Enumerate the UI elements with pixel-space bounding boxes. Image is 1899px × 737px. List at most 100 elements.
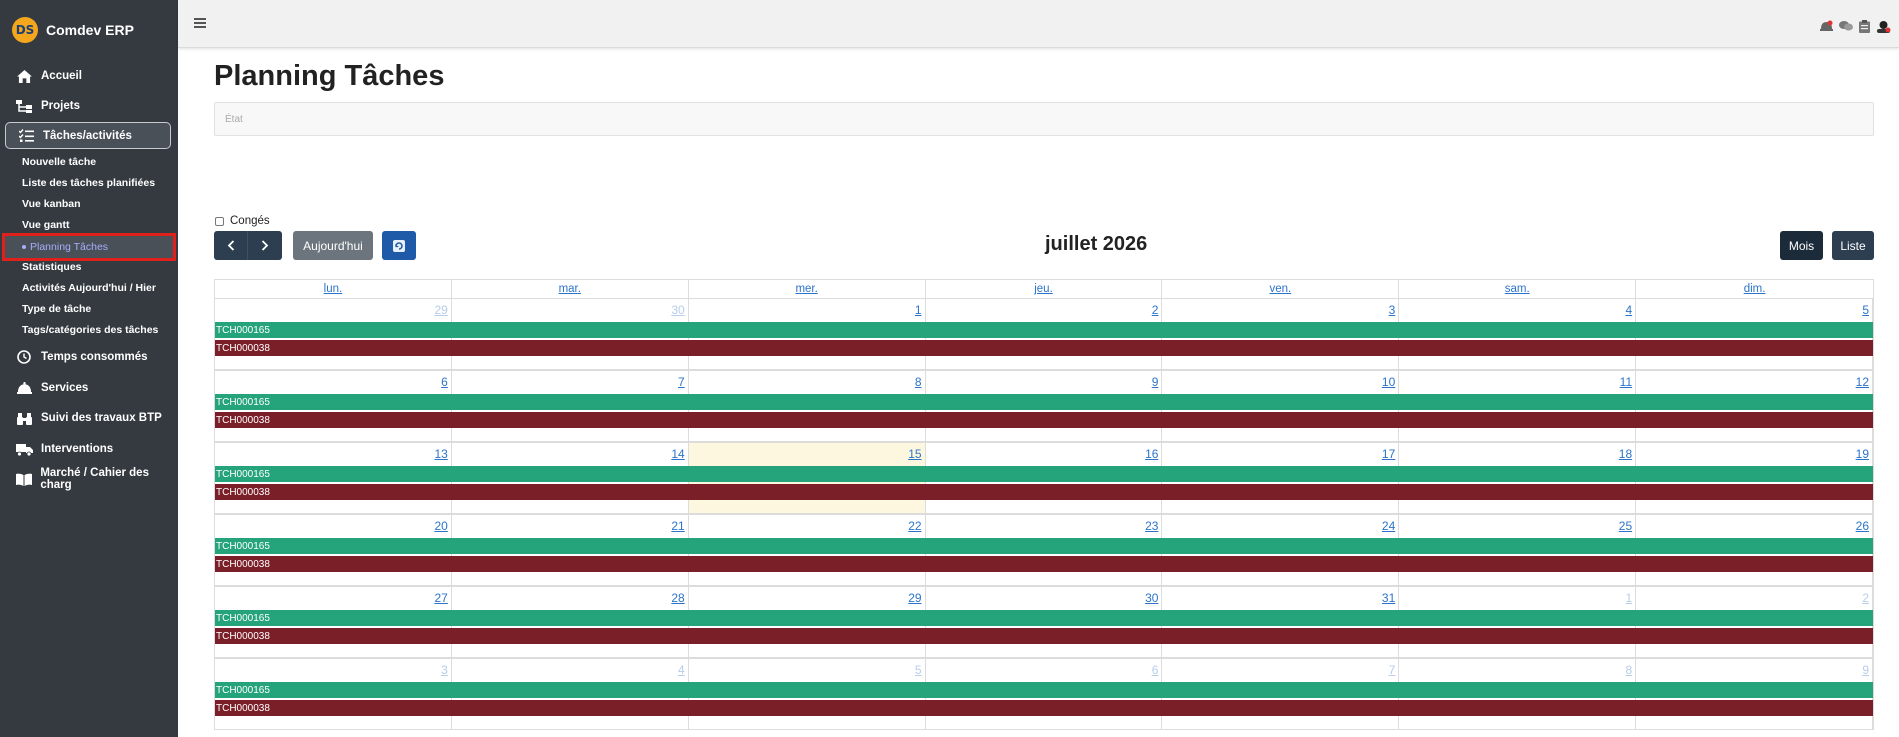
subitem-tags[interactable]: Tags/catégories des tâches xyxy=(22,324,158,336)
day-number[interactable]: 6 xyxy=(1152,663,1159,677)
tasks-icon xyxy=(17,129,35,143)
menu-toggle-icon[interactable] xyxy=(194,18,206,28)
day-number[interactable]: 15 xyxy=(908,447,921,461)
calendar-event[interactable]: TCH000165 xyxy=(215,394,1873,410)
today-button[interactable]: Aujourd'hui xyxy=(293,231,373,260)
sidebar-item-projets[interactable]: Projets xyxy=(0,92,178,120)
subitem-statistiques[interactable]: Statistiques xyxy=(22,261,82,273)
day-number[interactable]: 17 xyxy=(1382,447,1395,461)
calendar-event[interactable]: TCH000038 xyxy=(215,628,1873,644)
calendar-event[interactable]: TCH000165 xyxy=(215,610,1873,626)
calendar-event[interactable]: TCH000165 xyxy=(215,322,1873,338)
day-number[interactable]: 4 xyxy=(1625,303,1632,317)
day-number[interactable]: 22 xyxy=(908,519,921,533)
day-number[interactable]: 28 xyxy=(671,591,684,605)
calendar-event[interactable]: TCH000165 xyxy=(215,538,1873,554)
sidebar-item-interventions[interactable]: Interventions xyxy=(0,435,178,463)
etat-filter-input[interactable]: État xyxy=(214,102,1874,136)
sidebar-item-services[interactable]: Services xyxy=(0,374,178,402)
sidebar-item-taches[interactable]: Tâches/activités xyxy=(5,122,171,149)
subitem-nouvelle-tache[interactable]: Nouvelle tâche xyxy=(22,156,96,168)
sidebar-item-marche[interactable]: Marché / Cahier des charg xyxy=(0,465,178,493)
day-number[interactable]: 2 xyxy=(1862,591,1869,605)
calendar-header: lun. mar. mer. jeu. ven. sam. dim. xyxy=(214,279,1874,298)
day-number[interactable]: 29 xyxy=(908,591,921,605)
calendar-event[interactable]: TCH000038 xyxy=(215,700,1873,716)
day-number[interactable]: 3 xyxy=(441,663,448,677)
subitem-liste-taches[interactable]: Liste des tâches planifiées xyxy=(22,177,155,189)
brand[interactable]: DS Comdev ERP xyxy=(0,0,178,60)
day-number[interactable]: 5 xyxy=(1862,303,1869,317)
subitem-activites[interactable]: Activités Aujourd'hui / Hier xyxy=(22,282,156,294)
subitem-vue-gantt[interactable]: Vue gantt xyxy=(22,219,69,231)
notification-icon[interactable] xyxy=(1820,20,1833,32)
messages-icon[interactable] xyxy=(1839,20,1853,32)
day-number[interactable]: 3 xyxy=(1389,303,1396,317)
weekday-header[interactable]: ven. xyxy=(1162,280,1400,298)
month-view-button[interactable]: Mois xyxy=(1780,231,1823,260)
weekday-header[interactable]: mer. xyxy=(689,280,926,298)
day-number[interactable]: 21 xyxy=(671,519,684,533)
sidebar-item-accueil[interactable]: Accueil xyxy=(0,62,178,90)
day-number[interactable]: 30 xyxy=(671,303,684,317)
calendar-event[interactable]: TCH000038 xyxy=(215,556,1873,572)
day-number[interactable]: 4 xyxy=(678,663,685,677)
prev-button[interactable] xyxy=(214,231,248,260)
day-number[interactable]: 16 xyxy=(1145,447,1158,461)
day-number[interactable]: 18 xyxy=(1619,447,1632,461)
weekday-header[interactable]: jeu. xyxy=(926,280,1163,298)
sidebar-item-label: Temps consommés xyxy=(41,351,148,363)
refresh-icon xyxy=(393,239,405,252)
day-number[interactable]: 26 xyxy=(1856,519,1869,533)
calendar-event[interactable]: TCH000165 xyxy=(215,466,1873,482)
day-number[interactable]: 14 xyxy=(671,447,684,461)
day-number[interactable]: 29 xyxy=(434,303,447,317)
next-button[interactable] xyxy=(248,231,282,260)
calendar-event[interactable]: TCH000038 xyxy=(215,340,1873,356)
day-number[interactable]: 9 xyxy=(1152,375,1159,389)
day-number[interactable]: 7 xyxy=(678,375,685,389)
day-number[interactable]: 23 xyxy=(1145,519,1158,533)
day-number[interactable]: 12 xyxy=(1856,375,1869,389)
conges-toggle[interactable]: Congés xyxy=(215,215,270,227)
day-number[interactable]: 25 xyxy=(1619,519,1632,533)
clipboard-icon[interactable] xyxy=(1859,20,1870,33)
list-view-button[interactable]: Liste xyxy=(1832,231,1874,260)
day-number[interactable]: 20 xyxy=(434,519,447,533)
sidebar-item-suivi-btp[interactable]: Suivi des travaux BTP xyxy=(0,404,178,432)
day-number[interactable]: 31 xyxy=(1382,591,1395,605)
day-number[interactable]: 5 xyxy=(915,663,922,677)
day-number[interactable]: 9 xyxy=(1862,663,1869,677)
day-number[interactable]: 11 xyxy=(1620,375,1632,389)
day-number[interactable]: 7 xyxy=(1389,663,1396,677)
refresh-button[interactable] xyxy=(382,231,416,260)
day-number[interactable]: 27 xyxy=(434,591,447,605)
day-number[interactable]: 13 xyxy=(434,447,447,461)
day-number[interactable]: 1 xyxy=(1625,591,1632,605)
day-number[interactable]: 6 xyxy=(441,375,448,389)
subitem-type-tache[interactable]: Type de tâche xyxy=(22,303,91,315)
brand-name: Comdev ERP xyxy=(46,22,134,38)
weekday-header[interactable]: lun. xyxy=(215,280,452,298)
calendar-week: 29 30 1 2 3 4 5 TCH000165 TCH000038 xyxy=(214,298,1874,370)
user-avatar-icon[interactable] xyxy=(1876,20,1891,33)
day-number[interactable]: 24 xyxy=(1382,519,1395,533)
weekday-header[interactable]: mar. xyxy=(452,280,689,298)
weekday-header[interactable]: dim. xyxy=(1636,280,1873,298)
day-number[interactable]: 2 xyxy=(1152,303,1159,317)
weekday-header[interactable]: sam. xyxy=(1399,280,1637,298)
topbar xyxy=(178,0,1899,48)
day-number[interactable]: 10 xyxy=(1382,375,1395,389)
day-number[interactable]: 19 xyxy=(1856,447,1869,461)
calendar-event[interactable]: TCH000165 xyxy=(215,682,1873,698)
day-number[interactable]: 30 xyxy=(1145,591,1158,605)
day-number[interactable]: 1 xyxy=(915,303,922,317)
sidebar-item-temps[interactable]: Temps consommés xyxy=(0,343,178,371)
calendar-event[interactable]: TCH000038 xyxy=(215,484,1873,500)
calendar-event[interactable]: TCH000038 xyxy=(215,412,1873,428)
conges-checkbox[interactable] xyxy=(215,216,224,226)
subitem-vue-kanban[interactable]: Vue kanban xyxy=(22,198,81,210)
day-number[interactable]: 8 xyxy=(915,375,922,389)
day-number[interactable]: 8 xyxy=(1625,663,1632,677)
subitem-planning-taches[interactable]: Planning Tâches xyxy=(2,233,176,261)
